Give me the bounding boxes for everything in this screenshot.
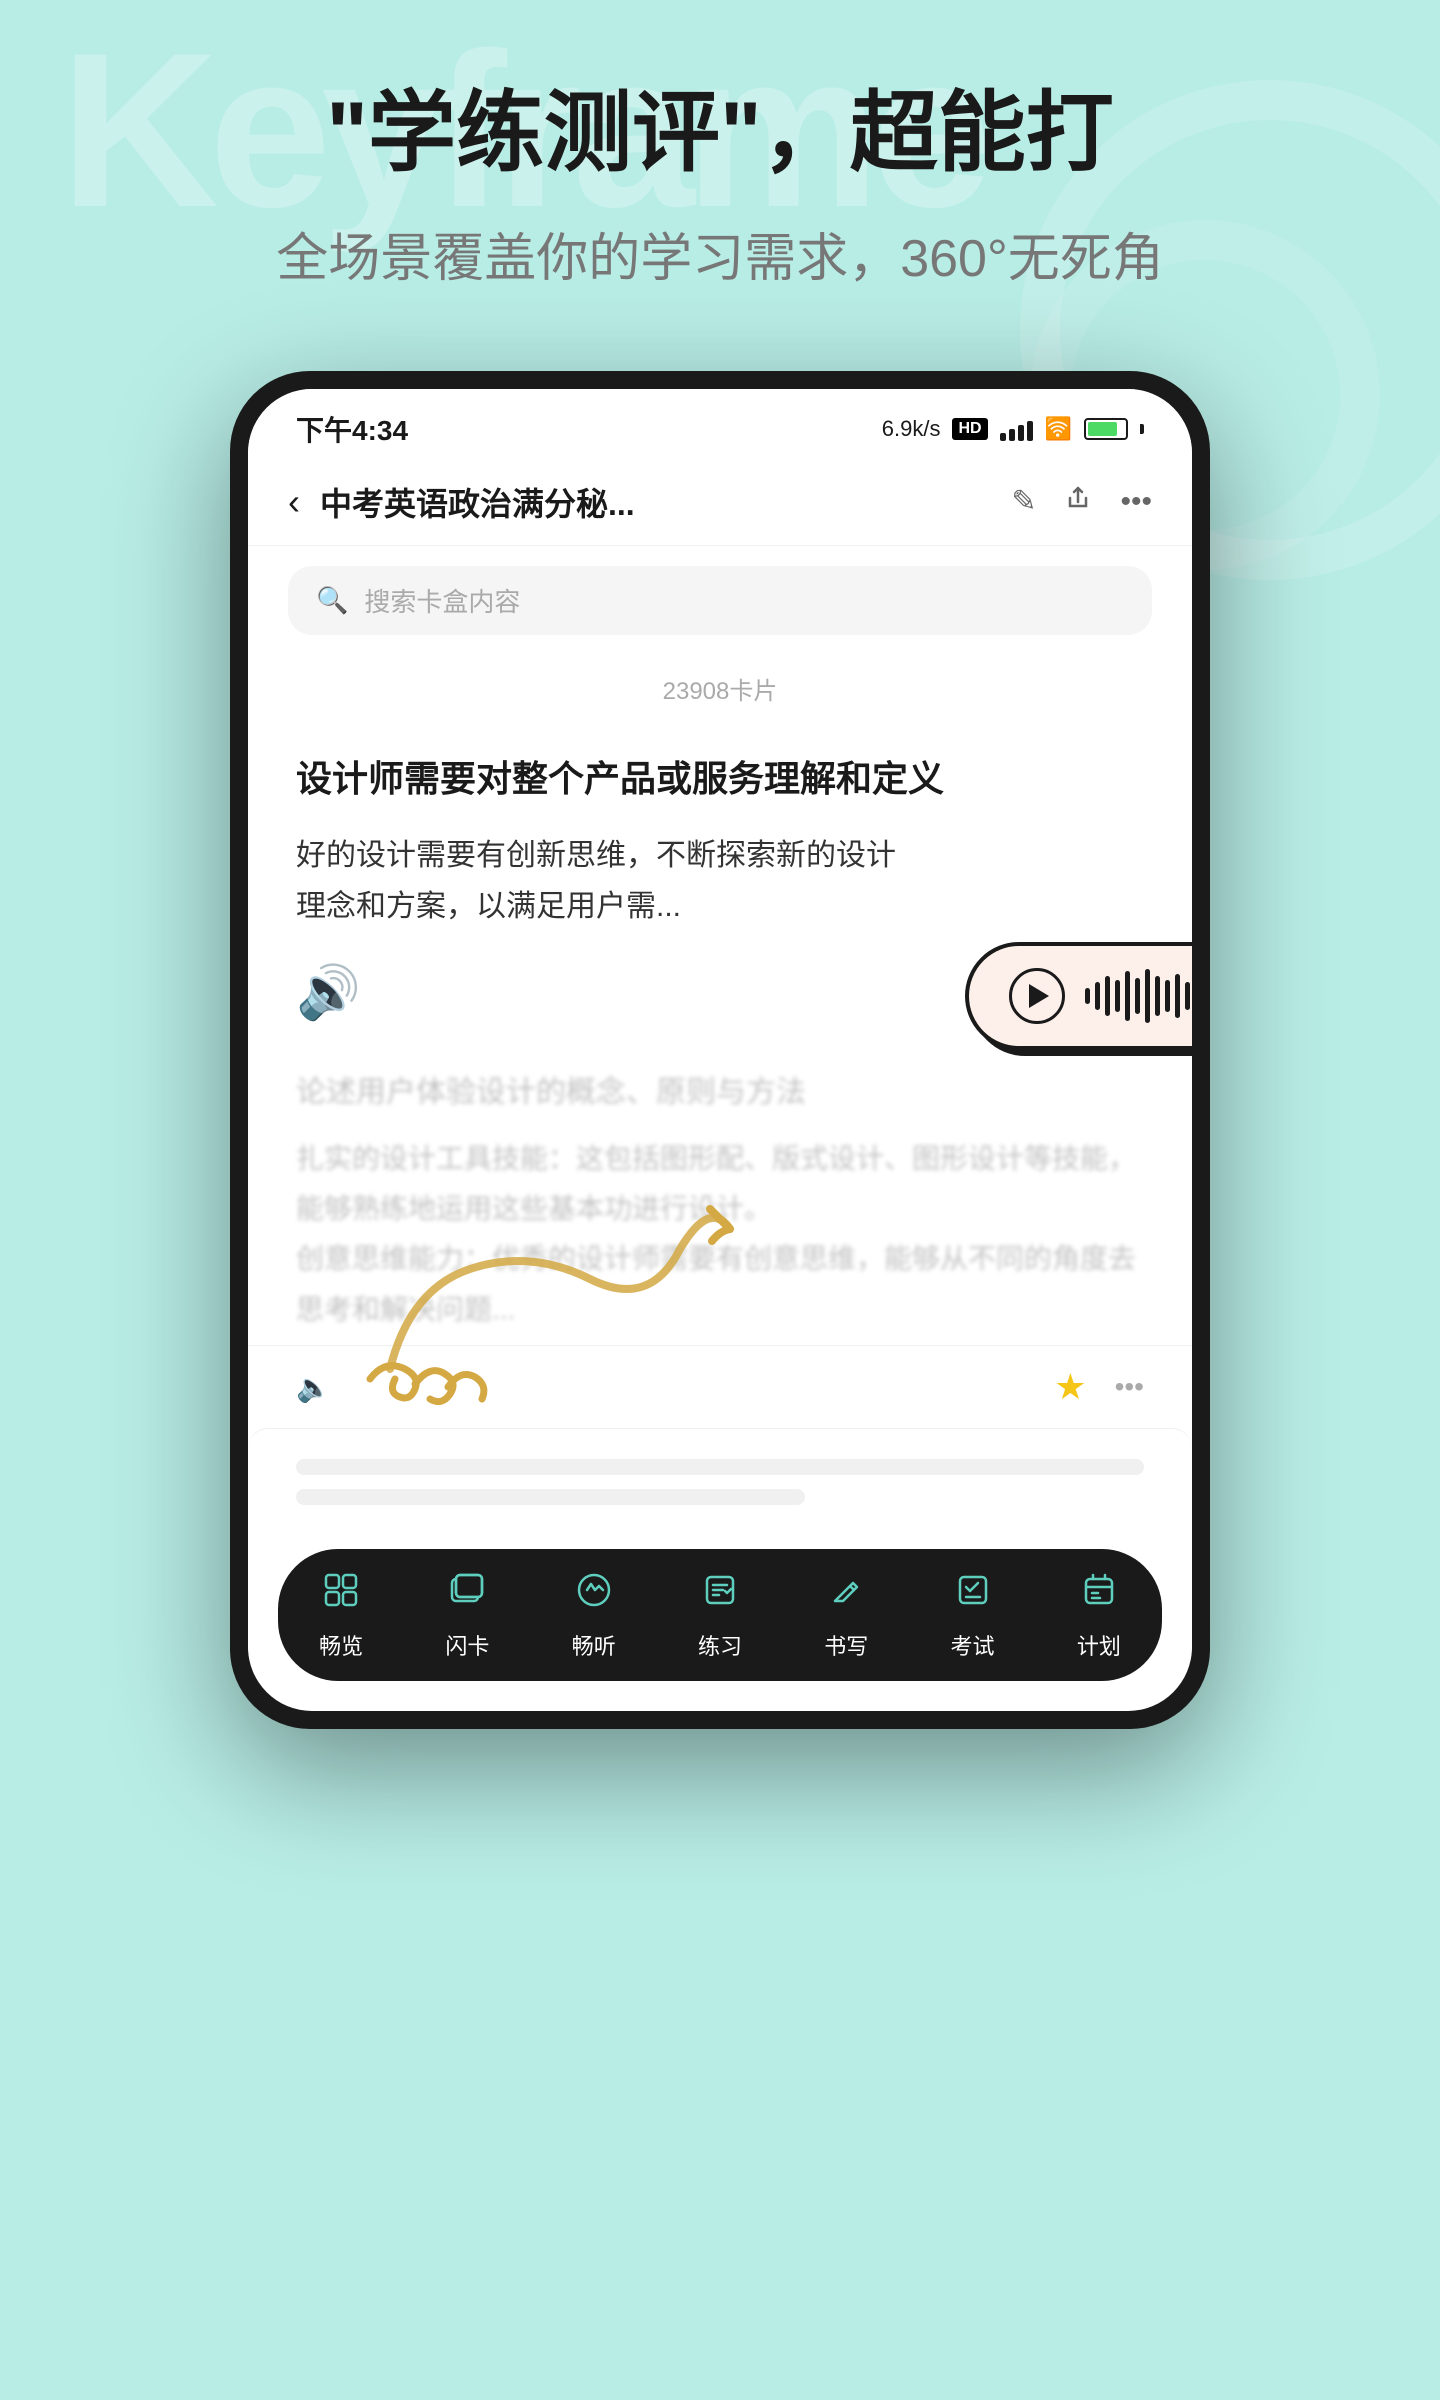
wifi-icon: 🛜 (1045, 416, 1072, 442)
practice-label: 练习 (698, 1629, 742, 1661)
audio-player[interactable] (965, 942, 1192, 1050)
waveform (1085, 969, 1192, 1023)
nav-item-browse[interactable]: 畅览 (303, 1569, 379, 1661)
partial-card (248, 1428, 1192, 1529)
plan-icon (1078, 1569, 1120, 1621)
nav-item-flashcard[interactable]: 闪卡 (429, 1569, 505, 1661)
play-button[interactable] (1009, 968, 1065, 1024)
card-count: 23908卡片 (248, 655, 1192, 722)
write-icon (825, 1569, 867, 1621)
card-answer: 好的设计需要有创新思维，不断探索新的设计理念和方案，以满足用户需... (296, 830, 1144, 932)
search-bar[interactable]: 🔍 搜索卡盒内容 (288, 566, 1152, 635)
listen-label: 畅听 (572, 1629, 616, 1661)
status-time: 下午4:34 (296, 409, 408, 449)
listen-icon (573, 1569, 615, 1621)
blurred-content: 论述用户体验设计的概念、原则与方法 扎实的设计工具技能：这包括图形配、版式设计、… (248, 1067, 1192, 1336)
battery-icon (1084, 418, 1128, 440)
back-button[interactable]: ‹ (288, 481, 300, 523)
speaker-icon[interactable]: 🔊 (296, 962, 361, 1023)
main-headline: "学练测评"，超能打 (326, 80, 1113, 186)
exam-label: 考试 (951, 1629, 995, 1661)
phone-screen: 下午4:34 6.9k/s HD 🛜 (248, 389, 1192, 1712)
hd-badge: HD (952, 418, 987, 440)
search-placeholder: 搜索卡盒内容 (364, 582, 520, 619)
sub-headline: 全场景覆盖你的学习需求，360°无死角 (276, 216, 1164, 291)
write-label: 书写 (824, 1629, 868, 1661)
footer-more-icon[interactable]: ••• (1115, 1371, 1144, 1403)
blurred-title: 论述用户体验设计的概念、原则与方法 (296, 1067, 1144, 1118)
status-bar: 下午4:34 6.9k/s HD 🛜 (248, 389, 1192, 459)
play-triangle-icon (1029, 984, 1049, 1008)
nav-item-write[interactable]: 书写 (808, 1569, 884, 1661)
blurred-text: 扎实的设计工具技能：这包括图形配、版式设计、图形设计等技能，能够熟练地运用这些基… (296, 1134, 1144, 1336)
browse-icon (320, 1569, 362, 1621)
nav-item-exam[interactable]: 考试 (935, 1569, 1011, 1661)
page-content: "学练测评"，超能打 全场景覆盖你的学习需求，360°无死角 下午4:34 6.… (0, 0, 1440, 1729)
share-icon[interactable] (1064, 484, 1092, 520)
star-icon[interactable]: ★ (1054, 1366, 1086, 1408)
more-button[interactable]: ••• (1120, 485, 1152, 519)
edit-icon[interactable]: ✎ (1011, 484, 1036, 519)
browse-label: 畅览 (319, 1629, 363, 1661)
footer-speaker-icon[interactable]: 🔈 (296, 1371, 331, 1404)
search-icon: 🔍 (316, 585, 348, 616)
flashcard-icon (446, 1569, 488, 1621)
flashcard-label: 闪卡 (445, 1629, 489, 1661)
bottom-navigation: 畅览 闪卡 (278, 1549, 1162, 1681)
network-speed: 6.9k/s (882, 416, 941, 442)
phone-mockup: 下午4:34 6.9k/s HD 🛜 (230, 371, 1210, 1730)
footer-actions: ★ ••• (1054, 1366, 1144, 1408)
nav-item-practice[interactable]: 练习 (682, 1569, 758, 1661)
phone-frame: 下午4:34 6.9k/s HD 🛜 (230, 371, 1210, 1730)
header-title: 中考英语政治满分秘... (320, 479, 1011, 525)
status-right: 6.9k/s HD 🛜 (882, 416, 1144, 442)
card-question: 设计师需要对整个产品或服务理解和定义 (296, 752, 1144, 806)
plan-label: 计划 (1077, 1629, 1121, 1661)
audio-row: 🔊 (296, 952, 1144, 1043)
flash-card: 设计师需要对整个产品或服务理解和定义 好的设计需要有创新思维，不断探索新的设计理… (248, 722, 1192, 1067)
exam-icon (952, 1569, 994, 1621)
header-actions: ✎ ••• (1011, 484, 1152, 520)
nav-item-listen[interactable]: 畅听 (556, 1569, 632, 1661)
app-header: ‹ 中考英语政治满分秘... ✎ ••• (248, 459, 1192, 546)
signal-icon (1000, 417, 1033, 441)
nav-item-plan[interactable]: 计划 (1061, 1569, 1137, 1661)
card-footer: 🔈 ★ ••• (248, 1345, 1192, 1428)
practice-icon (699, 1569, 741, 1621)
